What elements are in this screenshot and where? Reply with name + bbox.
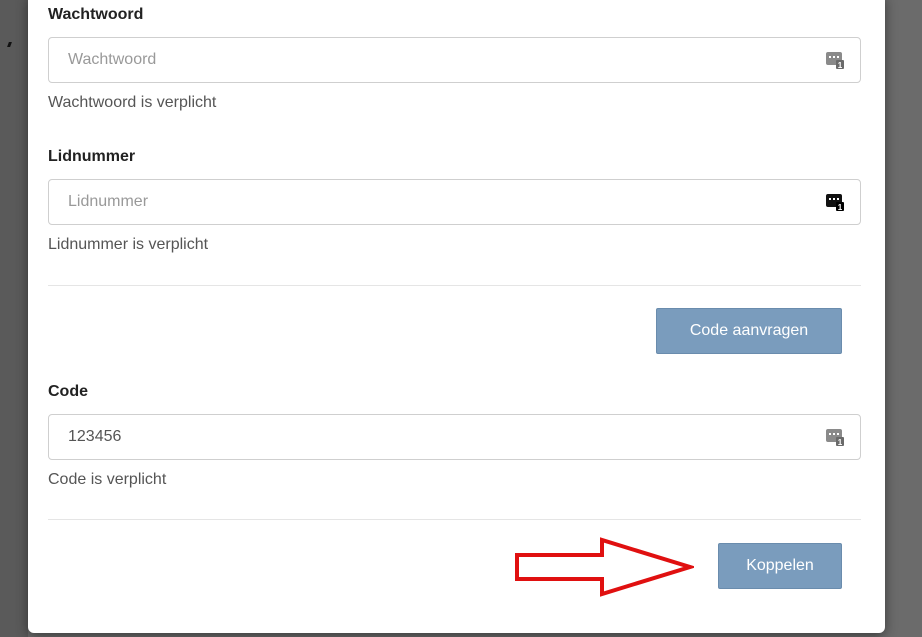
code-field-wrapper: 1 (48, 414, 861, 460)
password-manager-key-icon[interactable]: 1 (825, 51, 845, 69)
svg-text:1: 1 (838, 203, 843, 211)
page-backdrop (0, 0, 28, 637)
modal-dialog: Wachtwoord 1 Wachtwoord is verplicht Lid… (28, 0, 885, 633)
red-outline-arrow-icon (515, 537, 694, 597)
section-divider (48, 285, 861, 286)
member-number-help-text: Lidnummer is verplicht (48, 236, 209, 253)
member-number-label: Lidnummer (48, 148, 136, 165)
member-number-field-wrapper: 1 (48, 179, 861, 225)
link-button[interactable]: Koppelen (718, 543, 842, 589)
password-label: Wachtwoord (48, 6, 144, 23)
password-input[interactable] (49, 38, 809, 82)
svg-text:1: 1 (838, 61, 843, 69)
password-manager-key-icon[interactable]: 1 (825, 193, 845, 211)
backdrop-mark (7, 42, 12, 47)
code-help-text: Code is verplicht (48, 471, 167, 488)
code-label: Code (48, 383, 88, 400)
svg-text:1: 1 (838, 438, 843, 446)
password-manager-key-icon[interactable]: 1 (825, 428, 845, 446)
member-number-input[interactable] (49, 180, 809, 224)
footer-divider (48, 519, 861, 520)
code-input[interactable] (49, 415, 809, 459)
password-field-wrapper: 1 (48, 37, 861, 83)
password-help-text: Wachtwoord is verplicht (48, 94, 217, 111)
request-code-button[interactable]: Code aanvragen (656, 308, 842, 354)
